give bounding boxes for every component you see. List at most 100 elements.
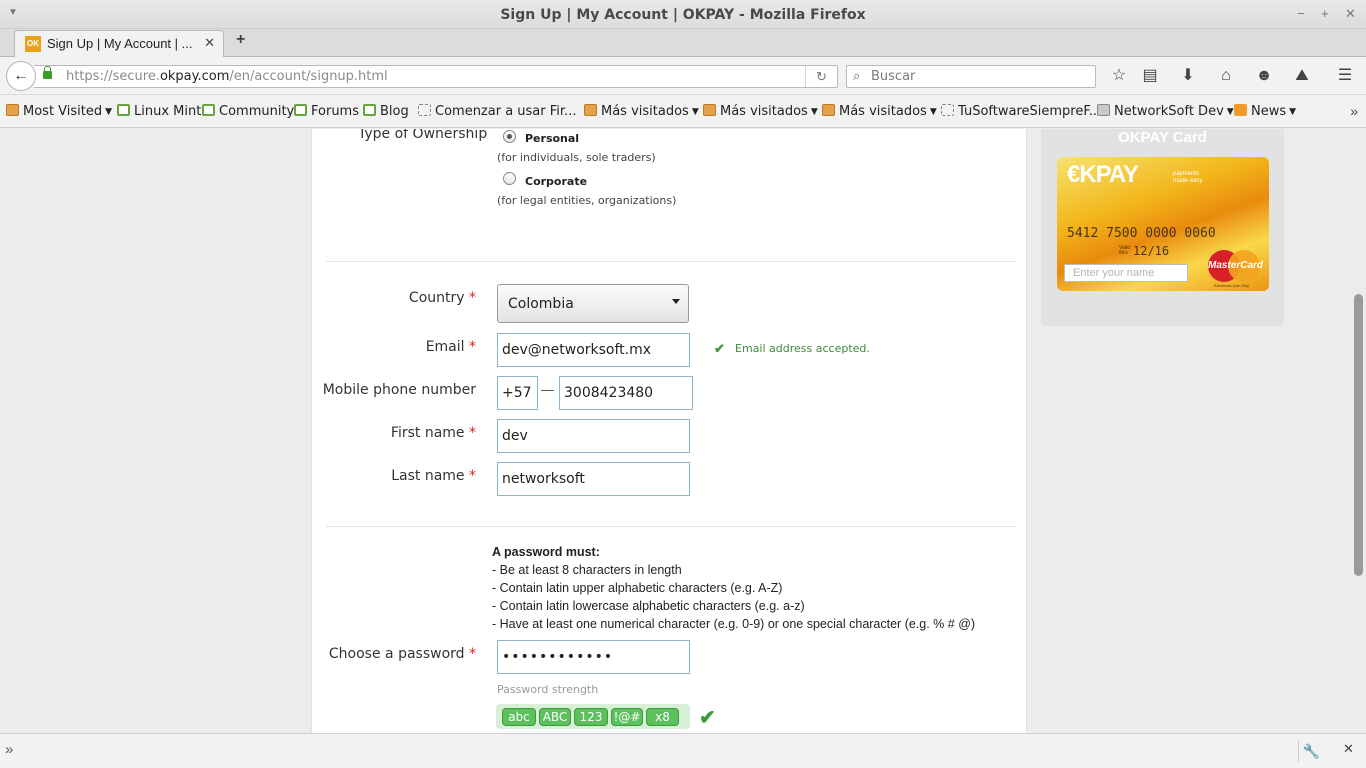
- mint-icon: [117, 104, 130, 116]
- mint-icon: [294, 104, 307, 116]
- mobile-number-field[interactable]: [559, 376, 693, 410]
- tab-close-icon[interactable]: ✕: [204, 35, 215, 51]
- folder-icon: [584, 104, 597, 116]
- home-icon[interactable]: ⌂: [1215, 66, 1237, 86]
- bookmark-mas-visitados-3[interactable]: Más visitados ▼: [822, 104, 937, 119]
- card-electronic-use: Electronic Use Only: [1214, 283, 1250, 288]
- country-label: Country *: [408, 290, 476, 306]
- strength-chip-uppercase: ABC: [539, 708, 571, 726]
- corporate-description: (for legal entities, organizations): [497, 194, 677, 207]
- search-icon: ⌕: [853, 68, 861, 83]
- bookmark-comenzar[interactable]: Comenzar a usar Fir...: [418, 104, 576, 119]
- wrench-icon[interactable]: 🔧: [1298, 740, 1324, 762]
- search-input[interactable]: [871, 68, 1091, 85]
- country-select[interactable]: Colombia: [497, 284, 689, 323]
- url-text[interactable]: https://secure.okpay.com/en/account/sign…: [66, 69, 388, 84]
- email-field[interactable]: [497, 333, 690, 367]
- okpay-favicon-icon: OK: [25, 36, 41, 52]
- ownership-label: Type of Ownership: [358, 129, 488, 142]
- window-close-icon[interactable]: ✕: [1345, 6, 1356, 22]
- password-requirements: A password must: - Be at least 8 charact…: [492, 543, 975, 633]
- folder-icon: [703, 104, 716, 116]
- page-scrollbar[interactable]: [1352, 129, 1366, 733]
- mobile-label: Mobile phone number: [322, 382, 476, 398]
- last-name-label: Last name *: [391, 468, 476, 484]
- mint-icon: [363, 104, 376, 116]
- bottom-toolbar: » 🔧 ✕: [0, 733, 1366, 768]
- bookmark-most-visited[interactable]: Most Visited ▼: [6, 104, 112, 119]
- toolbar-close-icon[interactable]: ✕: [1343, 741, 1354, 757]
- tab-bar: OK Sign Up | My Account | ... ✕ +: [0, 29, 1366, 57]
- bookmark-networksoft-dev[interactable]: NetworkSoft Dev ▼: [1097, 104, 1234, 119]
- star-icon[interactable]: ☆: [1108, 66, 1130, 86]
- bookmark-linux-mint[interactable]: Linux Mint: [117, 104, 201, 119]
- corporate-radio[interactable]: [503, 172, 516, 185]
- expand-icon[interactable]: »: [5, 741, 13, 758]
- strength-chip-length: x8: [646, 708, 679, 726]
- personal-radio[interactable]: [503, 130, 516, 143]
- bookmark-news[interactable]: News ▼: [1234, 104, 1296, 119]
- card-valid-thru: Valid thru: [1119, 245, 1130, 256]
- mastercard-logo: MasterCard: [1208, 250, 1263, 282]
- page-content: Type of Ownership Personal (for individu…: [0, 129, 1366, 733]
- password-field[interactable]: [497, 640, 690, 674]
- back-button[interactable]: ←: [6, 61, 36, 91]
- bookmark-mas-visitados-1[interactable]: Más visitados ▼: [584, 104, 699, 119]
- lock-icon[interactable]: [43, 66, 52, 79]
- minimize-icon[interactable]: −: [1297, 6, 1305, 21]
- scrollbar-thumb[interactable]: [1354, 294, 1363, 576]
- url-bar[interactable]: https://secure.okpay.com/en/account/sign…: [34, 65, 838, 88]
- tab-signup[interactable]: OK Sign Up | My Account | ... ✕: [14, 30, 224, 57]
- new-tab-icon[interactable]: +: [236, 31, 245, 49]
- maximize-icon[interactable]: +: [1321, 6, 1329, 21]
- card-name-input[interactable]: [1064, 264, 1188, 282]
- bookmark-mas-visitados-2[interactable]: Más visitados ▼: [703, 104, 818, 119]
- card-tagline: payments made easy: [1173, 171, 1203, 184]
- strength-check-icon: ✔: [699, 707, 716, 729]
- email-accepted-status: Email address accepted.: [735, 342, 870, 355]
- folder-icon: [822, 104, 835, 116]
- folder-icon: [6, 104, 19, 116]
- first-name-field[interactable]: [497, 419, 690, 453]
- search-bar[interactable]: ⌕: [846, 65, 1096, 88]
- reload-icon[interactable]: ↻: [805, 66, 837, 87]
- personal-radio-label[interactable]: Personal: [525, 132, 579, 145]
- card-expiry: 12/16: [1133, 244, 1170, 258]
- download-icon[interactable]: ⬇: [1177, 66, 1199, 86]
- country-value: Colombia: [508, 296, 574, 312]
- bookmark-tusoftware[interactable]: TuSoftwareSiempreF...: [941, 104, 1101, 119]
- reading-list-icon[interactable]: ▤: [1139, 66, 1161, 86]
- corporate-radio-label[interactable]: Corporate: [525, 175, 587, 188]
- personal-description: (for individuals, sole traders): [497, 151, 656, 164]
- password-rule: - Contain latin upper alphabetic charact…: [492, 581, 783, 595]
- page-icon: [941, 104, 954, 116]
- password-rule: - Contain latin lowercase alphabetic cha…: [492, 599, 805, 613]
- okpay-card-image: €KPAY payments made easy 5412 7500 0000 0…: [1057, 157, 1269, 291]
- okpay-card-box: OKPAY Card €KPAY payments made easy 5412 …: [1041, 129, 1284, 326]
- chevron-right-icon[interactable]: »: [1350, 103, 1358, 119]
- mint-icon: [202, 104, 215, 116]
- bookmark-forums[interactable]: Forums: [294, 104, 359, 119]
- back-icon: ←: [13, 67, 29, 84]
- folder-icon: [1097, 104, 1110, 116]
- menu-icon[interactable]: ☰: [1334, 66, 1356, 86]
- okpay-card-title: OKPAY Card: [1118, 129, 1207, 146]
- tab-title: Sign Up | My Account | ...: [47, 36, 193, 51]
- bookmarks-toolbar: Most Visited ▼ Linux Mint Community Forum…: [0, 95, 1366, 128]
- mobile-code-field[interactable]: [497, 376, 538, 410]
- window-title: Sign Up | My Account | OKPAY - Mozilla F…: [500, 7, 866, 23]
- page-icon: [418, 104, 431, 116]
- chat-icon[interactable]: ☻: [1253, 66, 1275, 86]
- strength-chip-special: !@#: [611, 708, 643, 726]
- check-icon: ✔: [714, 341, 725, 356]
- navigation-toolbar: https://secure.okpay.com/en/account/sign…: [0, 57, 1366, 95]
- bookmark-community[interactable]: Community: [202, 104, 294, 119]
- bookmark-blog[interactable]: Blog: [363, 104, 409, 119]
- password-label: Choose a password *: [328, 646, 476, 662]
- password-rules-heading: A password must:: [492, 545, 600, 559]
- last-name-field[interactable]: [497, 462, 690, 496]
- password-rule: - Be at least 8 characters in length: [492, 563, 682, 577]
- account-icon[interactable]: ⛰: [1291, 66, 1313, 86]
- rss-icon: [1234, 104, 1247, 116]
- window-titlebar: ▼ Sign Up | My Account | OKPAY - Mozilla…: [0, 0, 1366, 29]
